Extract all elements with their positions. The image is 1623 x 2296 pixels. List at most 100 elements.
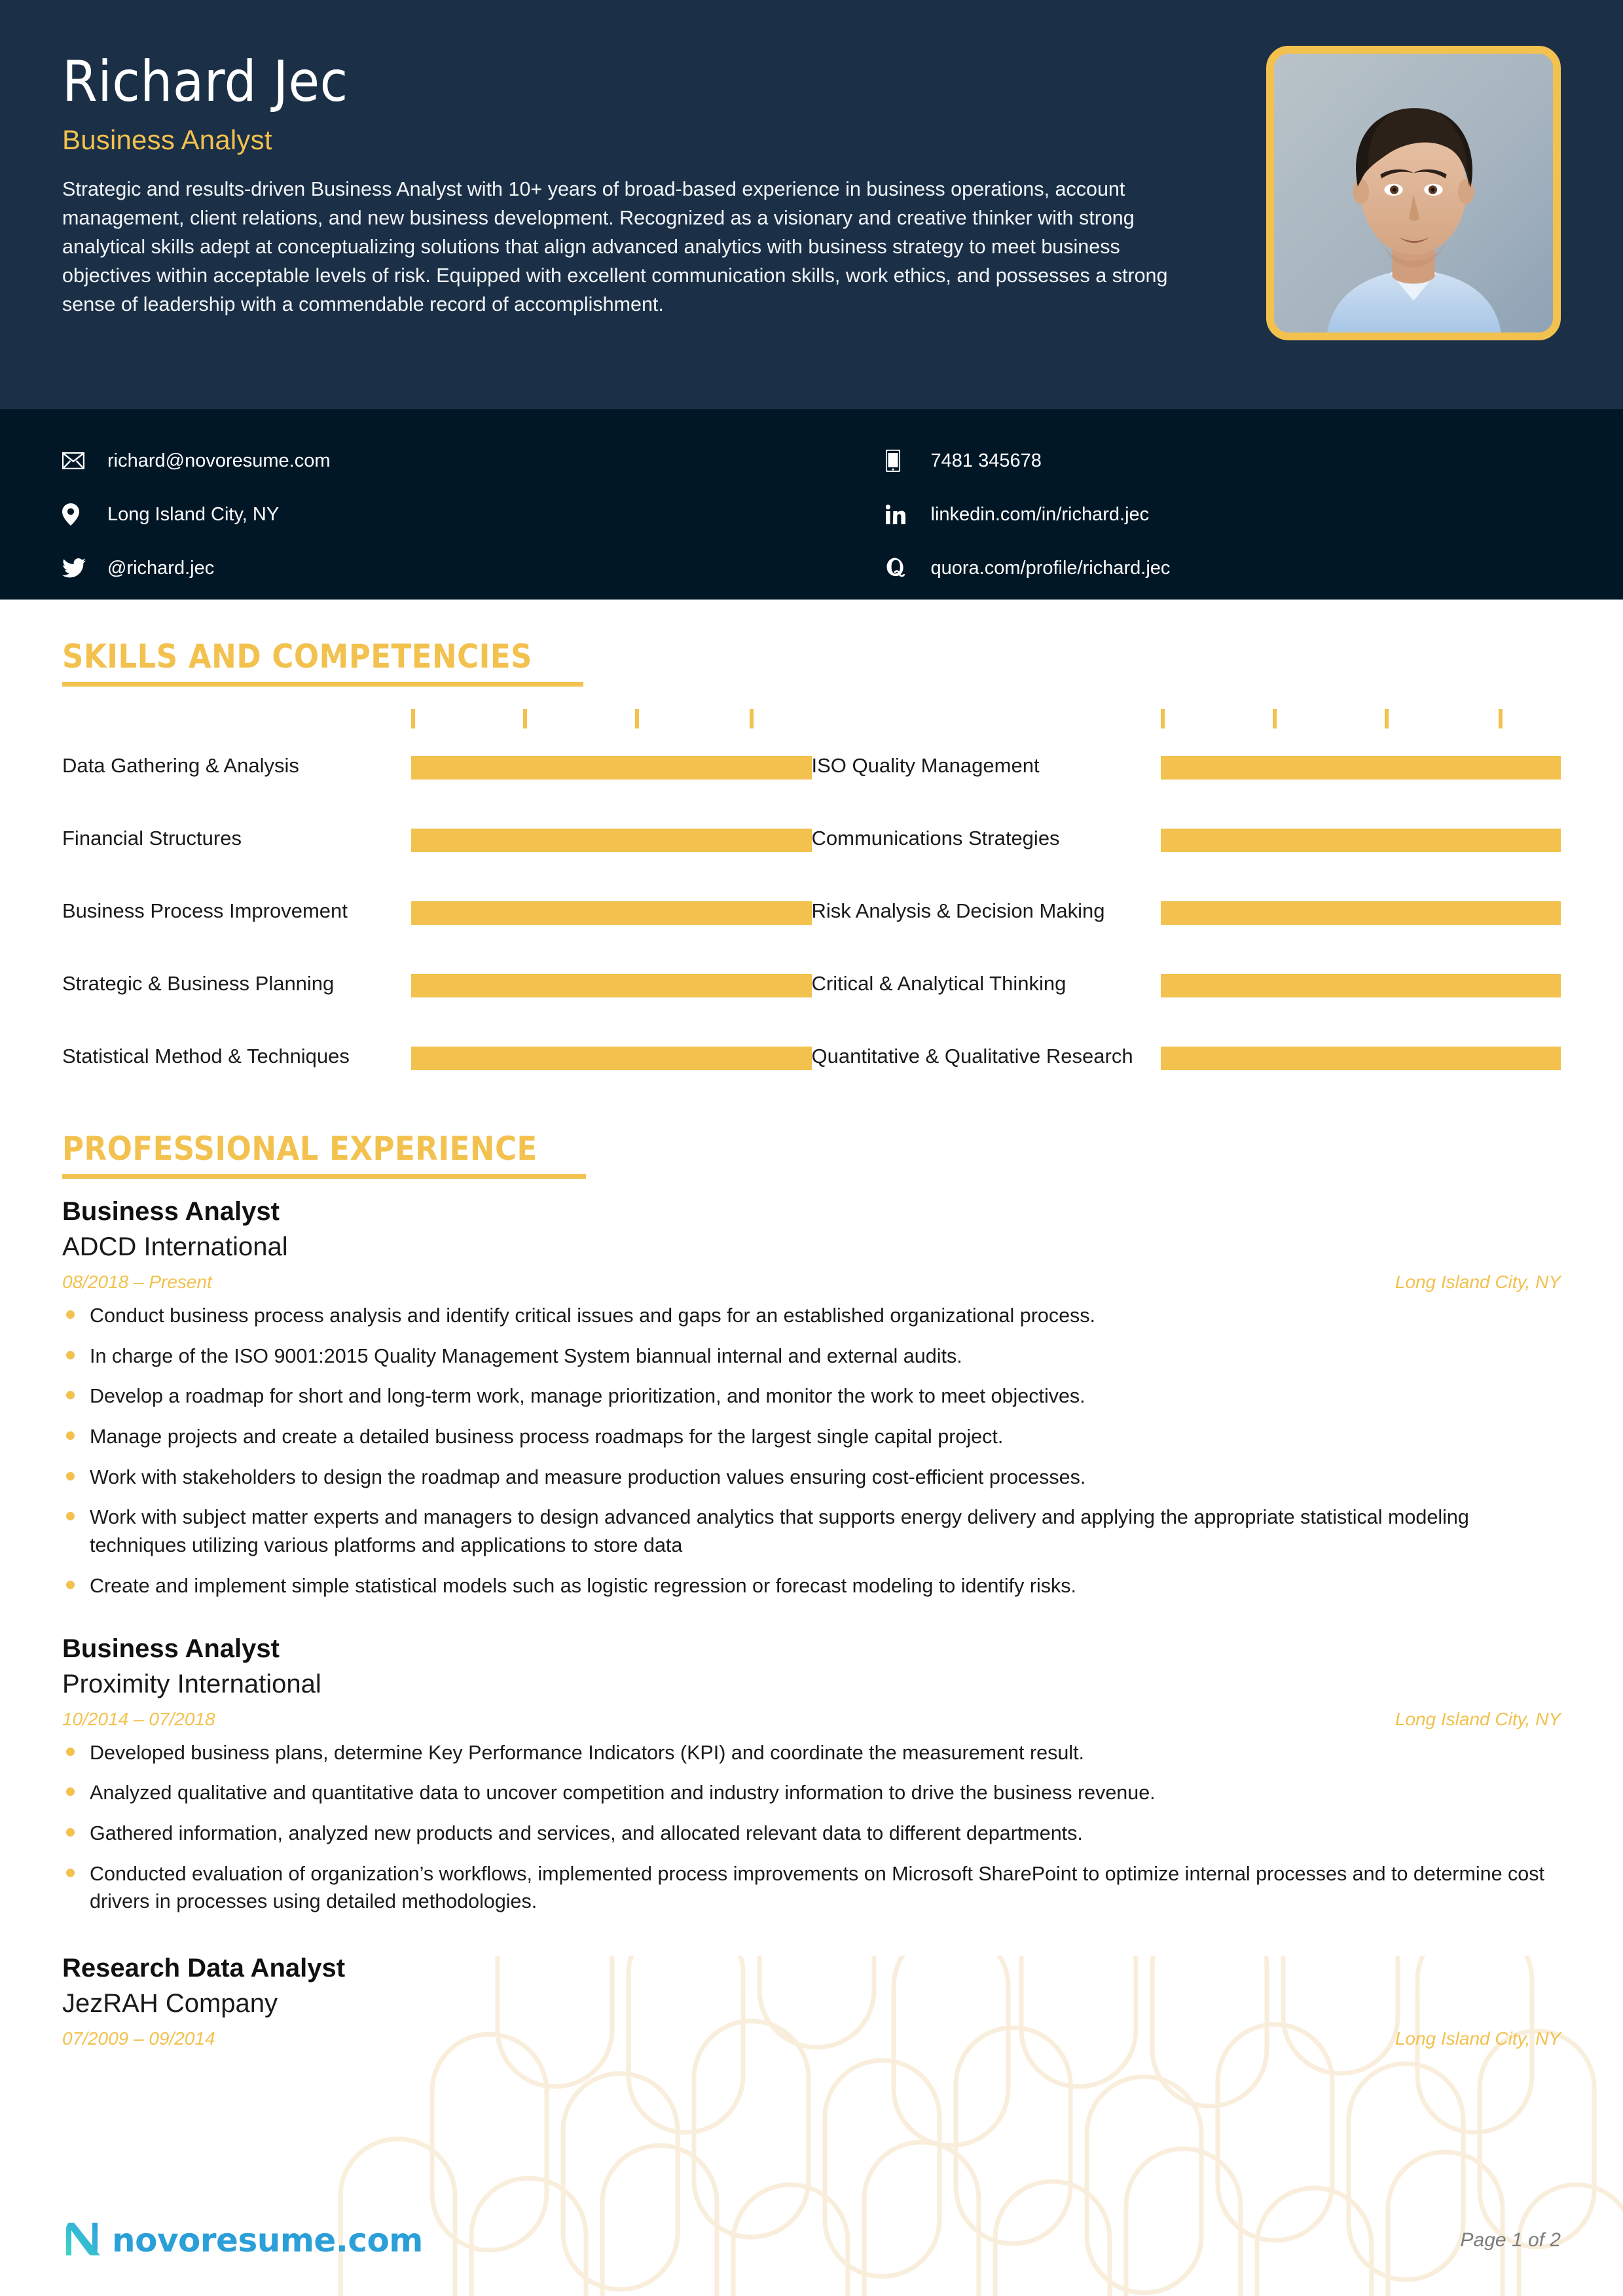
- twitter-icon: [62, 558, 96, 578]
- contact-twitter[interactable]: @richard.jec: [62, 541, 812, 595]
- skill-level-bar: [411, 1047, 812, 1070]
- contact-column-left: richard@novoresume.com Long Island City,…: [62, 434, 812, 600]
- location-pin-icon: [62, 503, 96, 526]
- skill-level-bar: [411, 974, 812, 997]
- contact-twitter-value: @richard.jec: [107, 557, 215, 579]
- skills-grid: Data Gathering & Analysis ISO Quality Ma…: [62, 736, 1561, 1100]
- scale-tick: [1272, 709, 1277, 728]
- section-rule-skills: [62, 682, 583, 687]
- job-meta: 10/2014 – 07/2018 Long Island City, NY: [62, 1709, 1561, 1730]
- skill-label: ISO Quality Management: [811, 754, 1040, 777]
- skill-label: Financial Structures: [62, 827, 242, 850]
- skill-label: Statistical Method & Techniques: [62, 1045, 350, 1067]
- novoresume-logo[interactable]: novoresume.com: [62, 2217, 423, 2263]
- job-bullet: Develop a roadmap for short and long-ter…: [62, 1382, 1561, 1410]
- job-location: Long Island City, NY: [1395, 2028, 1561, 2049]
- skill-track: [1160, 736, 1561, 780]
- skill-item: Quantitative & Qualitative Research: [812, 1027, 1561, 1100]
- quora-icon: [886, 557, 920, 579]
- contact-bar: richard@novoresume.com Long Island City,…: [0, 409, 1623, 600]
- skill-track: [411, 809, 812, 852]
- job-bullets: Developed business plans, determine Key …: [62, 1739, 1561, 1916]
- skill-item: ISO Quality Management: [812, 736, 1561, 809]
- skill-track: [411, 736, 812, 780]
- scale-tick: [523, 709, 528, 728]
- avatar: [1266, 46, 1561, 340]
- job-location: Long Island City, NY: [1395, 1272, 1561, 1292]
- job-dates: 08/2018 – Present: [62, 1272, 212, 1292]
- job-company: ADCD International: [62, 1232, 288, 1261]
- skill-track: [411, 1027, 812, 1070]
- skill-track: [1160, 954, 1561, 997]
- skill-track: [1160, 809, 1561, 852]
- skill-item: Statistical Method & Techniques: [62, 1027, 812, 1100]
- scale-tick: [635, 709, 640, 728]
- skill-level-bar: [411, 829, 812, 852]
- scale-ticks-right: [1160, 709, 1561, 728]
- skill-track: [1160, 1027, 1561, 1070]
- job-company: Proximity International: [62, 1669, 321, 1698]
- skill-level-bar: [1160, 974, 1561, 997]
- skill-item: Critical & Analytical Thinking: [812, 954, 1561, 1027]
- job-bullet: Conduct business process analysis and id…: [62, 1302, 1561, 1330]
- job-bullet: Conducted evaluation of organization’s w…: [62, 1860, 1561, 1916]
- job-bullet: Work with stakeholders to design the roa…: [62, 1463, 1561, 1492]
- experience-entry: Research Data Analyst JezRAH Company 07/…: [62, 1952, 1561, 2049]
- skill-item: Financial Structures: [62, 809, 812, 882]
- job-title: Business Analyst: [62, 1634, 280, 1663]
- novoresume-n-logo-icon: [62, 2217, 105, 2263]
- contact-quora-value: quora.com/profile/richard.jec: [930, 557, 1171, 579]
- skill-level-bar: [411, 756, 812, 780]
- contact-phone-value: 7481 345678: [930, 450, 1042, 471]
- section-skills: SKILLS AND COMPETENCIES Data Gathering &…: [62, 600, 1561, 1100]
- contact-location-value: Long Island City, NY: [107, 503, 280, 525]
- skill-label: Data Gathering & Analysis: [62, 754, 299, 777]
- email-icon: [62, 452, 96, 469]
- contact-linkedin-value: linkedin.com/in/richard.jec: [930, 503, 1150, 525]
- job-dates: 07/2009 – 09/2014: [62, 2028, 215, 2049]
- contact-quora[interactable]: quora.com/profile/richard.jec: [886, 541, 1561, 595]
- job-company: JezRAH Company: [62, 1988, 278, 2018]
- skill-item: Strategic & Business Planning: [62, 954, 812, 1027]
- job-bullet: Create and implement simple statistical …: [62, 1572, 1561, 1600]
- job-bullet: Developed business plans, determine Key …: [62, 1739, 1561, 1767]
- job-meta: 08/2018 – Present Long Island City, NY: [62, 1272, 1561, 1293]
- skill-level-bar: [411, 901, 812, 925]
- section-title-skills: SKILLS AND COMPETENCIES: [62, 637, 532, 675]
- section-experience: PROFESSIONAL EXPERIENCE Business Analyst…: [62, 1100, 1561, 2049]
- section-title-experience: PROFESSIONAL EXPERIENCE: [62, 1130, 538, 1168]
- scale-tick: [1384, 709, 1389, 728]
- avatar-image: [1274, 54, 1553, 332]
- resume-page: Richard Jec Business Analyst Strategic a…: [0, 0, 1623, 2296]
- page-footer: novoresume.com Page 1 of 2: [0, 2185, 1623, 2296]
- skill-level-bar: [1160, 756, 1561, 780]
- scale-tick: [1499, 709, 1503, 728]
- skill-item: Communications Strategies: [812, 809, 1561, 882]
- skills-scale-left: [62, 709, 812, 728]
- skills-wrap: Data Gathering & Analysis ISO Quality Ma…: [62, 709, 1561, 1100]
- professional-summary: Strategic and results-driven Business An…: [62, 178, 1168, 315]
- job-meta: 07/2009 – 09/2014 Long Island City, NY: [62, 2028, 1561, 2049]
- job-bullet: In charge of the ISO 9001:2015 Quality M…: [62, 1342, 1561, 1371]
- contact-linkedin[interactable]: linkedin.com/in/richard.jec: [885, 488, 1561, 541]
- skill-label: Business Process Improvement: [62, 899, 348, 922]
- resume-body: SKILLS AND COMPETENCIES Data Gathering &…: [0, 600, 1623, 2049]
- job-bullet: Analyzed qualitative and quantitative da…: [62, 1779, 1561, 1807]
- contact-email[interactable]: richard@novoresume.com: [62, 434, 812, 488]
- skill-item: Risk Analysis & Decision Making: [812, 882, 1561, 954]
- contact-column-right: 7481 345678 linkedin.com/in/richard.jec …: [812, 434, 1561, 600]
- skill-label: Critical & Analytical Thinking: [811, 972, 1067, 995]
- phone-icon: [885, 450, 920, 472]
- skill-item: Business Process Improvement: [62, 882, 812, 954]
- page-number: Page 1 of 2: [1460, 2229, 1561, 2251]
- skill-item: Data Gathering & Analysis: [62, 736, 812, 809]
- linkedin-icon: [885, 505, 920, 524]
- contact-phone[interactable]: 7481 345678: [885, 434, 1561, 488]
- experience-entry: Business Analyst ADCD International 08/2…: [62, 1196, 1561, 1600]
- scale-tick: [411, 709, 415, 728]
- skill-track: [411, 882, 812, 925]
- skill-label: Communications Strategies: [811, 827, 1060, 850]
- skill-label: Quantitative & Qualitative Research: [811, 1045, 1133, 1067]
- skill-level-bar: [1160, 1047, 1561, 1070]
- skill-track: [411, 954, 812, 997]
